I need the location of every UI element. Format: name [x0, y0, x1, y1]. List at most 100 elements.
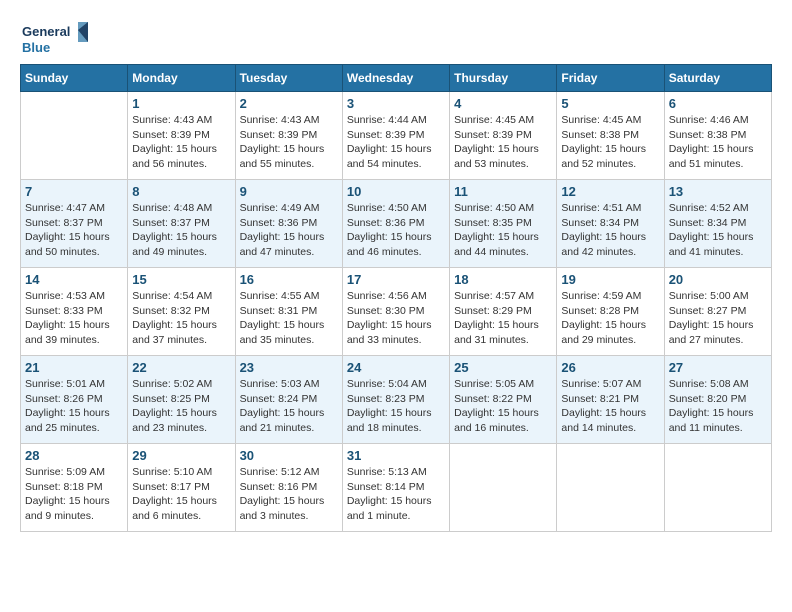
day-number: 15 — [132, 272, 230, 287]
day-info: Sunrise: 4:48 AM Sunset: 8:37 PM Dayligh… — [132, 201, 230, 260]
day-number: 7 — [25, 184, 123, 199]
calendar-cell: 8 Sunrise: 4:48 AM Sunset: 8:37 PM Daylig… — [128, 180, 235, 268]
day-info: Sunrise: 4:56 AM Sunset: 8:30 PM Dayligh… — [347, 289, 445, 348]
day-info: Sunrise: 4:50 AM Sunset: 8:36 PM Dayligh… — [347, 201, 445, 260]
day-info: Sunrise: 4:43 AM Sunset: 8:39 PM Dayligh… — [240, 113, 338, 172]
day-number: 2 — [240, 96, 338, 111]
page-header: General Blue — [20, 20, 772, 60]
calendar-table: SundayMondayTuesdayWednesdayThursdayFrid… — [20, 64, 772, 532]
calendar-cell: 20 Sunrise: 5:00 AM Sunset: 8:27 PM Dayli… — [664, 268, 771, 356]
calendar-cell: 26 Sunrise: 5:07 AM Sunset: 8:21 PM Dayli… — [557, 356, 664, 444]
calendar-cell: 27 Sunrise: 5:08 AM Sunset: 8:20 PM Dayli… — [664, 356, 771, 444]
day-number: 3 — [347, 96, 445, 111]
day-info: Sunrise: 5:08 AM Sunset: 8:20 PM Dayligh… — [669, 377, 767, 436]
header-monday: Monday — [128, 65, 235, 92]
day-info: Sunrise: 4:57 AM Sunset: 8:29 PM Dayligh… — [454, 289, 552, 348]
calendar-cell: 30Sunrise: 5:12 AM Sunset: 8:16 PM Dayli… — [235, 444, 342, 532]
day-number: 12 — [561, 184, 659, 199]
day-info: Sunrise: 5:07 AM Sunset: 8:21 PM Dayligh… — [561, 377, 659, 436]
day-number: 5 — [561, 96, 659, 111]
calendar-cell: 19Sunrise: 4:59 AM Sunset: 8:28 PM Dayli… — [557, 268, 664, 356]
day-info: Sunrise: 4:44 AM Sunset: 8:39 PM Dayligh… — [347, 113, 445, 172]
calendar-cell: 9 Sunrise: 4:49 AM Sunset: 8:36 PM Daylig… — [235, 180, 342, 268]
day-info: Sunrise: 5:13 AM Sunset: 8:14 PM Dayligh… — [347, 465, 445, 524]
header-tuesday: Tuesday — [235, 65, 342, 92]
day-number: 29 — [132, 448, 230, 463]
day-number: 22 — [132, 360, 230, 375]
day-info: Sunrise: 4:49 AM Sunset: 8:36 PM Dayligh… — [240, 201, 338, 260]
day-info: Sunrise: 5:01 AM Sunset: 8:26 PM Dayligh… — [25, 377, 123, 436]
calendar-cell: 25Sunrise: 5:05 AM Sunset: 8:22 PM Dayli… — [450, 356, 557, 444]
day-number: 13 — [669, 184, 767, 199]
calendar-week-1: 1 Sunrise: 4:43 AM Sunset: 8:39 PM Daylig… — [21, 92, 772, 180]
day-info: Sunrise: 4:53 AM Sunset: 8:33 PM Dayligh… — [25, 289, 123, 348]
header-thursday: Thursday — [450, 65, 557, 92]
calendar-cell: 12 Sunrise: 4:51 AM Sunset: 8:34 PM Dayli… — [557, 180, 664, 268]
day-number: 20 — [669, 272, 767, 287]
day-info: Sunrise: 4:45 AM Sunset: 8:38 PM Dayligh… — [561, 113, 659, 172]
day-info: Sunrise: 5:03 AM Sunset: 8:24 PM Dayligh… — [240, 377, 338, 436]
day-info: Sunrise: 4:46 AM Sunset: 8:38 PM Dayligh… — [669, 113, 767, 172]
calendar-cell: 23 Sunrise: 5:03 AM Sunset: 8:24 PM Dayli… — [235, 356, 342, 444]
day-number: 31 — [347, 448, 445, 463]
day-number: 21 — [25, 360, 123, 375]
day-number: 10 — [347, 184, 445, 199]
day-info: Sunrise: 4:47 AM Sunset: 8:37 PM Dayligh… — [25, 201, 123, 260]
day-number: 30 — [240, 448, 338, 463]
svg-text:Blue: Blue — [22, 40, 50, 55]
day-number: 27 — [669, 360, 767, 375]
logo-svg: General Blue — [20, 20, 90, 60]
header-saturday: Saturday — [664, 65, 771, 92]
day-info: Sunrise: 4:55 AM Sunset: 8:31 PM Dayligh… — [240, 289, 338, 348]
calendar-week-4: 21 Sunrise: 5:01 AM Sunset: 8:26 PM Dayli… — [21, 356, 772, 444]
calendar-cell: 5 Sunrise: 4:45 AM Sunset: 8:38 PM Daylig… — [557, 92, 664, 180]
calendar-cell — [557, 444, 664, 532]
day-info: Sunrise: 5:02 AM Sunset: 8:25 PM Dayligh… — [132, 377, 230, 436]
calendar-cell: 21 Sunrise: 5:01 AM Sunset: 8:26 PM Dayli… — [21, 356, 128, 444]
calendar-cell: 13Sunrise: 4:52 AM Sunset: 8:34 PM Dayli… — [664, 180, 771, 268]
day-number: 28 — [25, 448, 123, 463]
calendar-cell: 22 Sunrise: 5:02 AM Sunset: 8:25 PM Dayli… — [128, 356, 235, 444]
calendar-cell: 17 Sunrise: 4:56 AM Sunset: 8:30 PM Dayli… — [342, 268, 449, 356]
day-number: 1 — [132, 96, 230, 111]
day-number: 19 — [561, 272, 659, 287]
day-number: 26 — [561, 360, 659, 375]
day-info: Sunrise: 4:54 AM Sunset: 8:32 PM Dayligh… — [132, 289, 230, 348]
day-info: Sunrise: 5:00 AM Sunset: 8:27 PM Dayligh… — [669, 289, 767, 348]
day-info: Sunrise: 4:51 AM Sunset: 8:34 PM Dayligh… — [561, 201, 659, 260]
day-number: 16 — [240, 272, 338, 287]
calendar-cell — [21, 92, 128, 180]
calendar-cell: 16 Sunrise: 4:55 AM Sunset: 8:31 PM Dayli… — [235, 268, 342, 356]
day-info: Sunrise: 5:04 AM Sunset: 8:23 PM Dayligh… — [347, 377, 445, 436]
calendar-cell: 29 Sunrise: 5:10 AM Sunset: 8:17 PM Dayli… — [128, 444, 235, 532]
day-number: 14 — [25, 272, 123, 287]
calendar-cell — [664, 444, 771, 532]
day-info: Sunrise: 5:10 AM Sunset: 8:17 PM Dayligh… — [132, 465, 230, 524]
day-number: 23 — [240, 360, 338, 375]
calendar-cell: 2 Sunrise: 4:43 AM Sunset: 8:39 PM Daylig… — [235, 92, 342, 180]
calendar-cell: 11Sunrise: 4:50 AM Sunset: 8:35 PM Dayli… — [450, 180, 557, 268]
calendar-cell: 3 Sunrise: 4:44 AM Sunset: 8:39 PM Daylig… — [342, 92, 449, 180]
header-wednesday: Wednesday — [342, 65, 449, 92]
svg-text:General: General — [22, 24, 70, 39]
day-number: 17 — [347, 272, 445, 287]
day-number: 4 — [454, 96, 552, 111]
calendar-cell: 6Sunrise: 4:46 AM Sunset: 8:38 PM Daylig… — [664, 92, 771, 180]
calendar-cell: 4 Sunrise: 4:45 AM Sunset: 8:39 PM Daylig… — [450, 92, 557, 180]
calendar-cell: 7 Sunrise: 4:47 AM Sunset: 8:37 PM Daylig… — [21, 180, 128, 268]
calendar-header-row: SundayMondayTuesdayWednesdayThursdayFrid… — [21, 65, 772, 92]
day-number: 8 — [132, 184, 230, 199]
calendar-cell: 28 Sunrise: 5:09 AM Sunset: 8:18 PM Dayli… — [21, 444, 128, 532]
calendar-cell: 18Sunrise: 4:57 AM Sunset: 8:29 PM Dayli… — [450, 268, 557, 356]
day-number: 24 — [347, 360, 445, 375]
calendar-cell: 10 Sunrise: 4:50 AM Sunset: 8:36 PM Dayli… — [342, 180, 449, 268]
day-number: 9 — [240, 184, 338, 199]
day-info: Sunrise: 4:45 AM Sunset: 8:39 PM Dayligh… — [454, 113, 552, 172]
calendar-cell: 31 Sunrise: 5:13 AM Sunset: 8:14 PM Dayli… — [342, 444, 449, 532]
day-number: 25 — [454, 360, 552, 375]
calendar-week-3: 14 Sunrise: 4:53 AM Sunset: 8:33 PM Dayli… — [21, 268, 772, 356]
day-info: Sunrise: 5:09 AM Sunset: 8:18 PM Dayligh… — [25, 465, 123, 524]
day-number: 11 — [454, 184, 552, 199]
calendar-week-2: 7 Sunrise: 4:47 AM Sunset: 8:37 PM Daylig… — [21, 180, 772, 268]
day-info: Sunrise: 4:43 AM Sunset: 8:39 PM Dayligh… — [132, 113, 230, 172]
